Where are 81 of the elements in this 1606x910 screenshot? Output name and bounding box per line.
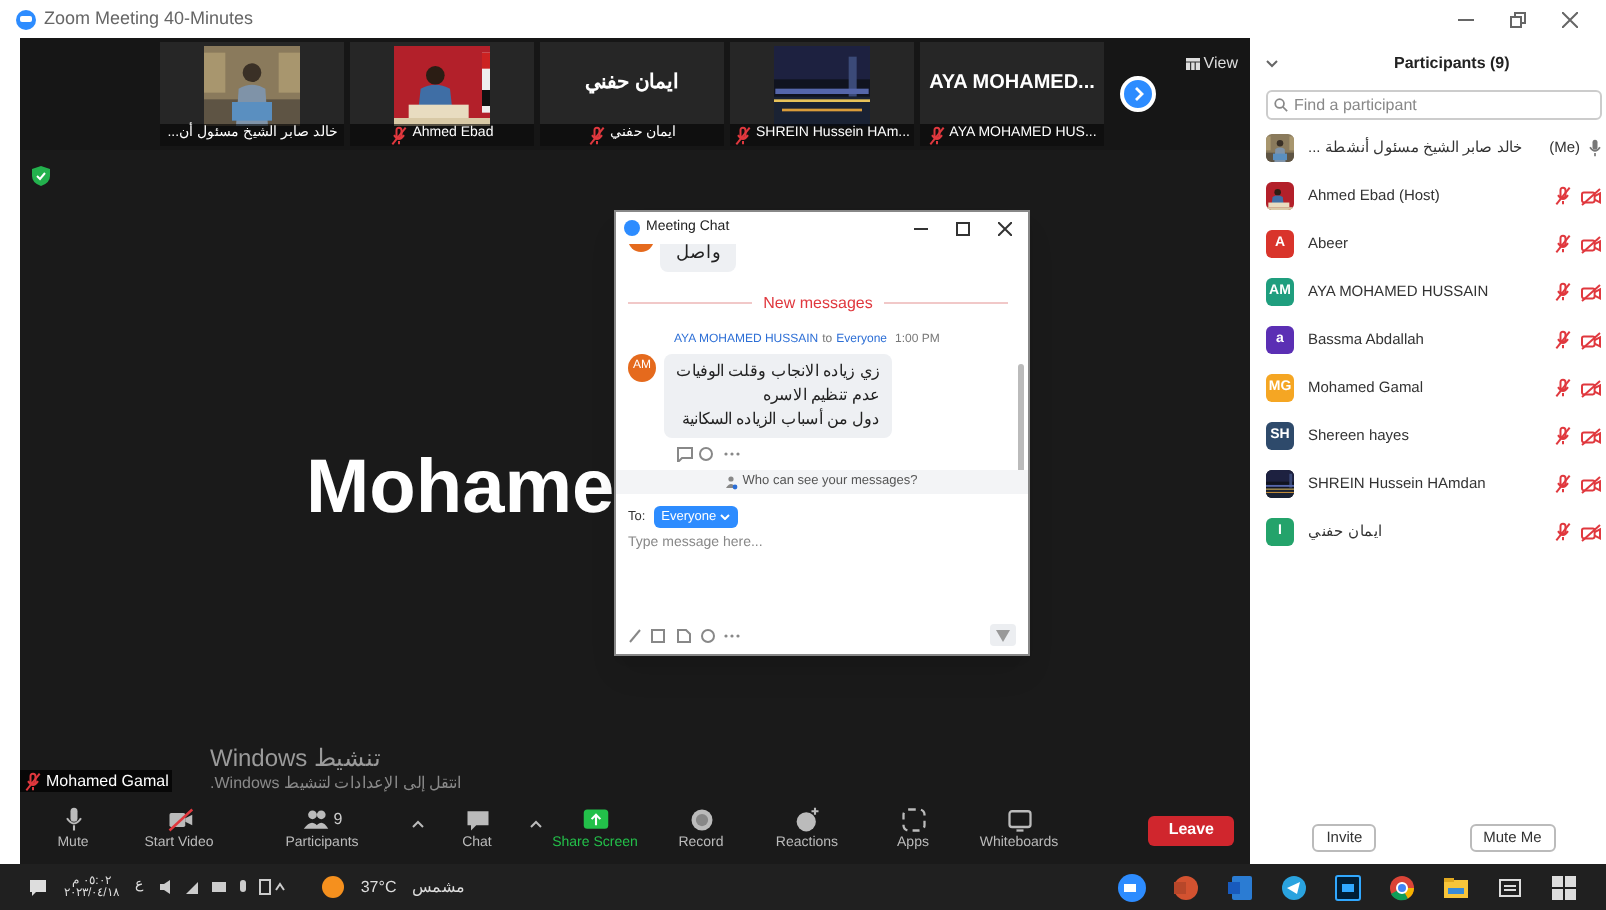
restore-icon[interactable] (1510, 11, 1526, 27)
leave-button[interactable]: Leave (1148, 815, 1234, 845)
activation-hint: انتقل إلى الإعدادات لتنشيط Windows. (210, 772, 462, 796)
grid-icon (1185, 58, 1200, 70)
telegram-icon[interactable] (1280, 873, 1308, 901)
message-line: زي زياده الانجاب وقلت الوفيات (676, 359, 880, 383)
search-field[interactable]: Find a participant (1266, 90, 1602, 120)
powerpoint-icon[interactable] (1172, 873, 1200, 901)
muted-mic-icon (390, 125, 409, 145)
maximize-icon[interactable] (956, 221, 970, 235)
close-icon[interactable] (1562, 11, 1578, 27)
temperature: 37°C (360, 875, 397, 899)
participant-name: ايمان حفني (585, 69, 679, 98)
explorer-icon[interactable] (1442, 873, 1470, 901)
activation-title: تنشيط Windows (210, 746, 381, 770)
muted-mic-icon (1554, 378, 1572, 398)
muted-mic-icon (1554, 522, 1572, 542)
sun-icon (322, 876, 345, 898)
panel-title: Participants (9) (1394, 52, 1510, 76)
camera-off-icon (1580, 283, 1602, 301)
camera-off-icon (1580, 235, 1602, 253)
camera-off-icon (1580, 331, 1602, 349)
search-icon (1274, 98, 1288, 112)
apps-icon (899, 805, 927, 834)
message-line: عدم تنظيم الاسره (762, 383, 880, 407)
message-actions-drawing[interactable] (676, 445, 744, 461)
chat-icon (463, 805, 491, 834)
zoom-icon[interactable] (1118, 873, 1146, 901)
camera-off-icon (1580, 187, 1602, 205)
weather-label: مشمس (412, 875, 465, 899)
taskview-icon[interactable] (1496, 873, 1524, 901)
zoom-logo-icon (624, 220, 640, 236)
chat-message: واصل (660, 244, 736, 271)
caret-icon (720, 514, 731, 520)
muted-mic-icon (927, 125, 946, 145)
next-page-button[interactable] (1120, 76, 1156, 112)
start-icon[interactable] (1550, 873, 1578, 901)
speaker-name-label: Mohamed Gamal (46, 769, 169, 793)
word-icon[interactable] (1226, 873, 1254, 901)
chevron-right-icon (1130, 86, 1146, 102)
muted-mic-icon (1554, 426, 1572, 446)
new-messages-divider: New messages (763, 291, 873, 315)
muted-mic-icon (1554, 282, 1572, 302)
camera-off-icon (1580, 379, 1602, 397)
tray-icons-drawing[interactable] (158, 878, 287, 896)
video-icon (165, 805, 193, 834)
participants-icon (301, 805, 330, 834)
caret-icon[interactable] (530, 819, 542, 828)
view-button[interactable]: View (1185, 52, 1238, 76)
close-icon[interactable] (998, 221, 1012, 235)
scrollbar-thumb[interactable] (1018, 364, 1024, 470)
speaker-name: Mohame (306, 450, 615, 526)
window-title: Zoom Meeting 40-Minutes (44, 5, 254, 32)
collapse-icon[interactable] (1266, 60, 1278, 68)
muted-mic-icon (1554, 234, 1572, 254)
shield-icon (32, 166, 50, 186)
send-button[interactable] (990, 624, 1016, 646)
participant-count: 9 (333, 807, 343, 832)
muted-mic-icon (1554, 474, 1572, 494)
participant-name: AYA MOHAMED... (929, 69, 1095, 97)
whiteboards-icon (1005, 805, 1033, 834)
caret-icon[interactable] (412, 819, 424, 828)
camera-off-icon (1580, 427, 1602, 445)
muted-mic-icon (24, 771, 42, 791)
chrome-icon[interactable] (1388, 873, 1416, 901)
camera-off-icon (1580, 475, 1602, 493)
share-icon (581, 805, 609, 834)
notification-icon[interactable] (28, 877, 48, 897)
camera-off-icon (1580, 523, 1602, 541)
muted-mic-icon (1554, 330, 1572, 350)
record-icon (687, 805, 715, 834)
message-line: دول من أسباب الزياده السكانية (682, 407, 880, 431)
person-icon (726, 475, 739, 489)
zoom-logo-icon (16, 9, 36, 29)
muted-mic-icon (588, 125, 607, 145)
muted-mic-icon (1554, 186, 1572, 206)
reactions-icon (793, 805, 821, 834)
mic-icon (1588, 138, 1602, 158)
send-icon (996, 629, 1010, 641)
photoshop-icon[interactable] (1334, 873, 1362, 901)
muted-mic-icon (733, 125, 752, 145)
